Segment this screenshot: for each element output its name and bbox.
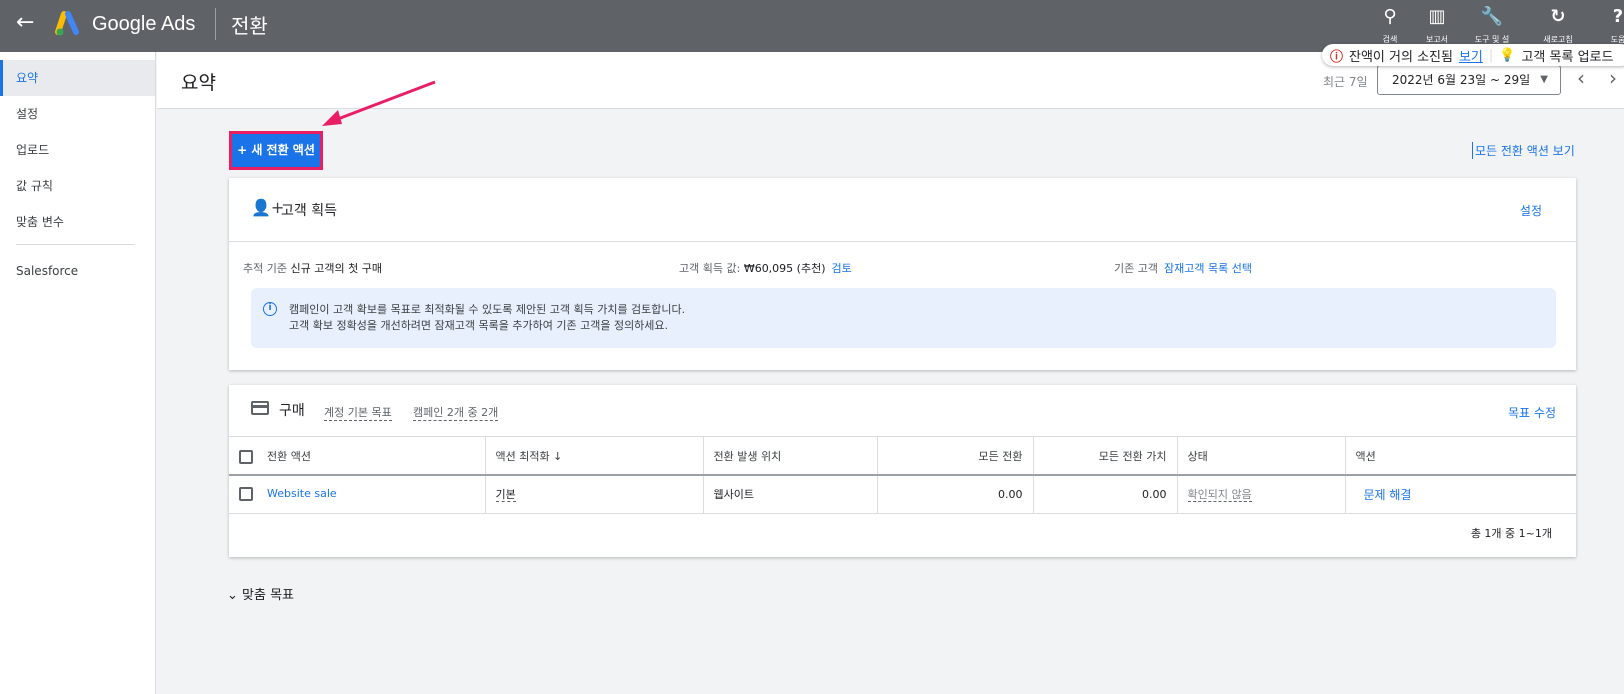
page-name: 전환	[231, 14, 268, 38]
wrench-icon: 🔧	[1480, 6, 1504, 27]
info-text: 캠페인이 고객 확보를 목표로 최적화될 수 있도록 제안된 고객 획득 가치를…	[289, 303, 686, 316]
account-default-goal-tag[interactable]: 계정 기본 목표	[324, 404, 392, 421]
all-conversions-value: 0.00	[877, 475, 1034, 514]
help-icon: ?	[1612, 6, 1624, 27]
view-all-conversion-actions-link[interactable]: 모든 전환 액션 보기	[1472, 142, 1575, 159]
conversion-actions-table: 전환 액션 액션 최적화 ↓ 전환 발생 위치 모든 전환 모든 전환 가치 상…	[229, 437, 1576, 514]
acquisition-value: ₩60,095 (추천)	[743, 262, 826, 275]
chevron-down-icon: ⌄	[227, 588, 238, 603]
sidebar-item-settings[interactable]: 설정	[0, 96, 155, 132]
review-link[interactable]: 검토	[832, 262, 852, 275]
next-period-button[interactable]: ›	[1609, 66, 1617, 90]
sidebar-item-custom-variables[interactable]: 맞춤 변수	[0, 204, 155, 240]
pagination-text: 총 1개 중 1~1개	[1470, 527, 1552, 540]
sidebar-item-value-rules[interactable]: 값 규칙	[0, 168, 155, 204]
source-value: 웹사이트	[703, 475, 878, 514]
select-all-checkbox[interactable]	[239, 449, 253, 464]
info-text: 고객 확보 정확성을 개선하려면 잠재고객 목록을 추가하여 기존 고객을 정의…	[289, 319, 669, 332]
refresh-button[interactable]: ↻ 새로고침	[1528, 6, 1588, 45]
tools-button[interactable]: 🔧 도구 및 설	[1462, 6, 1522, 45]
purchase-card: 구매 계정 기본 목표 캠페인 2개 중 2개 목표 수정 전환 액션 액션 최…	[229, 385, 1576, 557]
help-button[interactable]: ? 도움	[1588, 6, 1624, 45]
reports-button[interactable]: ▥ 보고서	[1407, 6, 1467, 45]
optimization-value[interactable]: 기본	[495, 488, 516, 503]
column-header[interactable]: 모든 전환	[877, 437, 1034, 476]
customer-acquisition-card: 👤+ 고객 획득 설정 추적 기준 신규 고객의 첫 구매 고객 획득 값: ₩…	[229, 178, 1576, 370]
custom-goals-toggle[interactable]: ⌄ 맞춤 목표	[227, 584, 294, 603]
reports-icon: ▥	[1428, 6, 1446, 27]
upload-customer-list-link[interactable]: 고객 목록 업로드	[1521, 46, 1613, 65]
credit-card-icon	[251, 401, 269, 415]
info-banner: i 캠페인이 고객 확보를 목표로 최적화될 수 있도록 제안된 고객 획득 가…	[251, 288, 1556, 348]
column-header[interactable]: 전환 발생 위치	[703, 437, 878, 476]
alert-icon: ⓘ	[1330, 49, 1344, 65]
divider	[16, 244, 135, 245]
column-header: 액션	[1345, 437, 1576, 476]
sidebar-item-uploads[interactable]: 업로드	[0, 132, 155, 168]
range-label: 최근 7일	[1323, 75, 1368, 89]
existing-customers-label: 기존 고객	[1114, 262, 1158, 275]
tracking-value: 신규 고객의 첫 구매	[290, 262, 382, 275]
arrow-back-icon[interactable]: ←	[16, 10, 34, 35]
date-range-value: 2022년 6월 23일 ~ 29일	[1392, 73, 1531, 87]
date-range-picker[interactable]: 2022년 6월 23일 ~ 29일 ▼	[1377, 65, 1561, 95]
edit-goal-link[interactable]: 목표 수정	[1508, 404, 1556, 421]
lightbulb-icon: 💡	[1499, 47, 1516, 63]
new-conversion-action-button[interactable]: + 새 전환 액션	[229, 131, 323, 170]
brand-name: Google Ads	[92, 13, 196, 35]
divider	[215, 8, 216, 40]
campaigns-count-tag[interactable]: 캠페인 2개 중 2개	[413, 404, 499, 421]
sidebar-item-summary[interactable]: 요약	[0, 60, 155, 96]
sidebar-item-salesforce[interactable]: Salesforce	[0, 253, 155, 289]
notification-bar: ⓘ 잔액이 거의 소진됨 보기 | 💡 고객 목록 업로드	[1322, 44, 1624, 66]
alert-text: 잔액이 거의 소진됨	[1349, 49, 1453, 65]
table-row: Website sale 기본 웹사이트 0.00 0.00 확인되지 않음 문…	[229, 475, 1576, 514]
table-header-row: 전환 액션 액션 최적화 ↓ 전환 발생 위치 모든 전환 모든 전환 가치 상…	[229, 437, 1576, 476]
card-title: 구매	[279, 403, 305, 419]
custom-goals-label: 맞춤 목표	[242, 588, 295, 603]
page-title: 요약	[181, 72, 216, 94]
column-header[interactable]: 전환 액션	[267, 450, 311, 463]
google-ads-logo-icon	[55, 11, 79, 36]
refresh-icon: ↻	[1550, 6, 1566, 27]
column-header[interactable]: 액션 최적화	[496, 450, 550, 463]
conversion-action-link[interactable]: Website sale	[267, 487, 337, 500]
info-icon: i	[263, 302, 277, 316]
arrow-down-icon: ↓	[553, 449, 563, 463]
settings-link[interactable]: 설정	[1520, 202, 1542, 219]
column-header[interactable]: 모든 전환 가치	[1033, 437, 1178, 476]
previous-period-button[interactable]: ‹	[1577, 66, 1585, 90]
row-checkbox[interactable]	[239, 487, 253, 502]
all-conversion-value: 0.00	[1033, 475, 1178, 514]
view-link[interactable]: 보기	[1459, 46, 1483, 65]
status-value[interactable]: 확인되지 않음	[1187, 488, 1252, 503]
sidebar: 요약 설정 업로드 값 규칙 맞춤 변수 Salesforce	[0, 52, 156, 694]
dropdown-arrow-icon: ▼	[1540, 74, 1548, 85]
person-add-icon: 👤+	[251, 198, 285, 217]
column-header[interactable]: 상태	[1177, 437, 1346, 476]
tracking-label: 추적 기준	[243, 262, 287, 275]
card-title: 고객 획득	[281, 203, 337, 219]
select-audience-link[interactable]: 잠재고객 목록 선택	[1164, 262, 1252, 275]
annotation-arrow-icon	[322, 80, 436, 126]
troubleshoot-link[interactable]: 문제 해결	[1356, 488, 1412, 502]
value-label: 고객 획득 값:	[679, 262, 741, 275]
